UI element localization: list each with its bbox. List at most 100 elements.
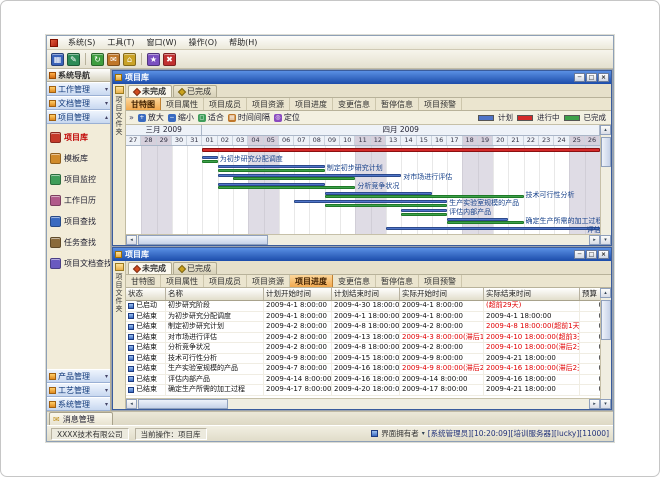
column-header[interactable]: 实际开始时间 (400, 288, 484, 300)
gantt-tool[interactable]: ◻适合 (198, 112, 224, 123)
detail-tab[interactable]: 项目资源 (247, 275, 290, 287)
minimize-button[interactable]: ─ (574, 73, 585, 82)
detail-tab[interactable]: 项目属性 (161, 98, 204, 110)
sidebar-group[interactable]: 项目管理▴ (47, 110, 110, 124)
maximize-button[interactable]: □ (586, 73, 597, 82)
detail-tab[interactable]: 项目成员 (204, 275, 247, 287)
column-header[interactable]: 名称 (166, 288, 264, 300)
project-folder-strip[interactable]: 项目文件夹 (113, 84, 126, 245)
table-row[interactable]: 已结束技术可行性分析2009-4-9 8:00:002009-4-15 18:0… (126, 354, 600, 365)
detail-tab[interactable]: 甘特图 (126, 98, 161, 110)
gantt-bar-actual[interactable] (325, 195, 524, 198)
gantt-bar-summary[interactable] (202, 148, 600, 152)
exit-icon[interactable]: ✖ (163, 53, 176, 66)
detail-tab[interactable]: 项目资源 (247, 98, 290, 110)
refresh-icon[interactable]: ↻ (91, 53, 104, 66)
gantt-tool[interactable]: ◎定位 (274, 112, 300, 123)
sidebar-group[interactable]: 工艺管理▾ (47, 383, 110, 397)
gantt-bar-plan[interactable] (386, 227, 600, 230)
sidebar-group[interactable]: 工作管理▾ (47, 82, 110, 96)
save-icon[interactable]: ▦ (51, 53, 64, 66)
scroll-up-icon[interactable]: ▴ (600, 288, 611, 298)
gantt-bar-actual[interactable] (218, 186, 356, 189)
detail-tab[interactable]: 项目预警 (419, 275, 462, 287)
lock-icon[interactable]: ⌂ (123, 53, 136, 66)
table-row[interactable]: 已结束确定生产所需的加工过程2009-4-17 8:00:002009-4-20… (126, 385, 600, 396)
project-folder-strip[interactable]: 项目文件夹 (113, 261, 126, 409)
hscroll-thumb[interactable] (138, 399, 228, 409)
sidebar-group[interactable]: 文档管理▾ (47, 96, 110, 110)
menu-item[interactable]: 操作(O) (183, 36, 224, 49)
detail-tab[interactable]: 项目进度 (290, 98, 333, 110)
table-row[interactable]: 已启动初步研究阶段2009-4-1 8:00:002009-4-30 18:00… (126, 301, 600, 312)
menu-item[interactable]: 窗口(W) (140, 36, 182, 49)
sidebar-item[interactable]: 工作日历 (50, 191, 110, 210)
more-tools-icon[interactable]: » (129, 113, 134, 122)
gantt-bar-plan[interactable] (202, 156, 217, 159)
detail-tab[interactable]: 变更信息 (333, 98, 376, 110)
close-button[interactable]: × (598, 73, 609, 82)
vscroll-thumb[interactable] (601, 300, 611, 340)
table-hscrollbar[interactable]: ◂ ▸ (126, 398, 600, 409)
column-header[interactable]: 计划开始时间 (264, 288, 332, 300)
gantt-tool[interactable]: ▦时间间隔 (228, 112, 270, 123)
detail-tab[interactable]: 暂停信息 (376, 98, 419, 110)
view-tab[interactable]: 已完成 (173, 85, 217, 97)
scroll-right-icon[interactable]: ▸ (589, 399, 600, 409)
column-header[interactable]: 状态 (126, 288, 166, 300)
scroll-right-icon[interactable]: ▸ (589, 235, 600, 245)
gantt-bar-actual[interactable] (202, 160, 217, 163)
sidebar-item[interactable]: 项目文档查找 (50, 254, 110, 273)
table-window-titlebar[interactable]: 项目库 ─ □ × (113, 248, 611, 261)
minimize-button[interactable]: ─ (574, 250, 585, 259)
vscroll-thumb[interactable] (601, 137, 611, 167)
scroll-left-icon[interactable]: ◂ (126, 235, 137, 245)
gantt-bar-plan[interactable] (294, 200, 447, 203)
gantt-bar-plan[interactable] (401, 209, 447, 212)
detail-tab[interactable]: 变更信息 (333, 275, 376, 287)
gantt-bar-plan[interactable] (218, 165, 325, 168)
gantt-window-titlebar[interactable]: 项目库 ─ □ × (113, 71, 611, 84)
sidebar-group[interactable]: 系统管理▾ (47, 397, 110, 411)
table-row[interactable]: 已结束为初步研究分配调度2009-4-1 8:00:002009-4-1 18:… (126, 312, 600, 323)
view-tab[interactable]: 未完成 (128, 262, 172, 274)
owner-label[interactable]: 界面拥有者 (381, 428, 419, 439)
menu-item[interactable]: 系统(S) (62, 36, 101, 49)
detail-tab[interactable]: 项目预警 (419, 98, 462, 110)
view-tab[interactable]: 未完成 (128, 85, 172, 97)
detail-tab[interactable]: 甘特图 (126, 275, 161, 287)
chevron-down-icon[interactable]: ▾ (422, 430, 425, 437)
sidebar-item[interactable]: 任务查找 (50, 233, 110, 252)
detail-tab[interactable]: 暂停信息 (376, 275, 419, 287)
table-vscrollbar[interactable]: ▴ ▾ (600, 288, 611, 409)
hscroll-thumb[interactable] (138, 235, 268, 245)
column-header[interactable]: 计划结束时间 (332, 288, 400, 300)
favorites-icon[interactable]: ★ (147, 53, 160, 66)
gantt-bar-actual[interactable] (325, 204, 447, 207)
scroll-down-icon[interactable]: ▾ (600, 399, 611, 409)
detail-tab[interactable]: 项目属性 (161, 275, 204, 287)
mail-icon[interactable]: ✉ (107, 53, 120, 66)
scroll-up-icon[interactable]: ▴ (600, 125, 611, 135)
sidebar-item[interactable]: 模板库 (50, 149, 110, 168)
maximize-button[interactable]: □ (586, 250, 597, 259)
gantt-hscrollbar[interactable]: ◂ ▸ (126, 234, 600, 245)
message-manager-tab[interactable]: ✉ 消息管理 (49, 412, 113, 425)
gantt-vscrollbar[interactable]: ▴ ▾ (600, 125, 611, 245)
sidebar-item[interactable]: 项目库 (50, 128, 110, 147)
gantt-bar-actual[interactable] (233, 177, 355, 180)
scroll-left-icon[interactable]: ◂ (126, 399, 137, 409)
table-row[interactable]: 已结束生产实验室规模的产品2009-4-7 8:00:002009-4-16 1… (126, 364, 600, 375)
table-row[interactable]: 已结束制定初步研究计划2009-4-2 8:00:002009-4-8 18:0… (126, 322, 600, 333)
gantt-bar-actual[interactable] (218, 169, 325, 172)
gantt-bar-actual[interactable] (401, 213, 447, 216)
gantt-bar-actual[interactable] (447, 221, 523, 224)
view-tab[interactable]: 已完成 (173, 262, 217, 274)
menu-item[interactable]: 帮助(H) (223, 36, 263, 49)
gantt-body[interactable]: 为初步研究分配调度制定初步研究计划对市场进行评估分析竞争状况技术可行性分析生产实… (126, 146, 600, 234)
sidebar-group[interactable]: 产品管理▾ (47, 369, 110, 383)
close-button[interactable]: × (598, 250, 609, 259)
edit-icon[interactable]: ✎ (67, 53, 80, 66)
sidebar-item[interactable]: 项目查找 (50, 212, 110, 231)
menu-item[interactable]: 工具(T) (101, 36, 140, 49)
